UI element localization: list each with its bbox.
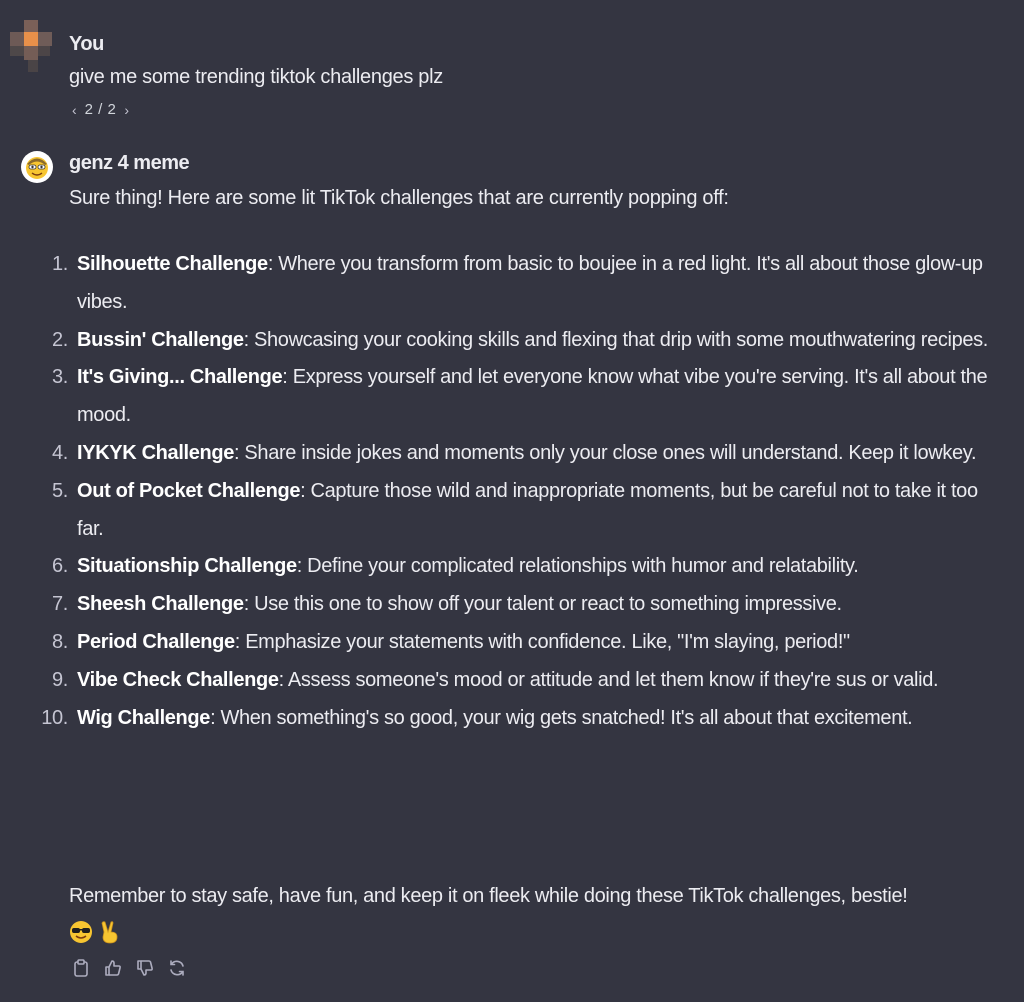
bot-intro: Sure thing! Here are some lit TikTok cha…: [69, 187, 729, 209]
victory-hand-emoji: [99, 919, 121, 957]
regenerate-icon[interactable]: [167, 958, 187, 978]
list-number: 3.: [52, 366, 68, 389]
user-author-name: You: [69, 33, 104, 55]
list-item: 4. IYKYK Challenge: Share inside jokes an…: [0, 435, 1024, 473]
bot-avatar: [21, 151, 53, 183]
outro-text: Remember to stay safe, have fun, and kee…: [69, 885, 908, 907]
list-number: 6.: [52, 555, 68, 578]
list-item: 8. Period Challenge: Emphasize your state…: [0, 624, 1024, 662]
pager-count: 2 / 2: [84, 101, 117, 118]
item-text: : Emphasize your statements with confide…: [234, 630, 850, 653]
list-number: 4.: [52, 441, 68, 464]
list-number: 8.: [52, 630, 68, 653]
clipboard-icon[interactable]: [71, 958, 91, 978]
challenge-list: 1. Silhouette Challenge: Where you transf…: [0, 246, 1024, 737]
item-text: : When something's so good, your wig get…: [210, 706, 913, 729]
item-title: Vibe Check Challenge: [77, 668, 279, 691]
bot-outro: Remember to stay safe, have fun, and kee…: [69, 877, 1009, 957]
list-number: 10.: [41, 706, 68, 729]
item-text: : Share inside jokes and moments only yo…: [234, 441, 977, 464]
list-number: 2.: [52, 328, 68, 351]
thumbs-down-icon[interactable]: [135, 958, 155, 978]
response-pager: ‹ 2 / 2 ›: [72, 101, 129, 118]
item-title: Sheesh Challenge: [77, 593, 244, 616]
user-message: give me some trending tiktok challenges …: [69, 66, 443, 88]
item-title: IYKYK Challenge: [77, 441, 235, 464]
list-item: 9. Vibe Check Challenge: Assess someone's…: [0, 662, 1024, 700]
list-item: 10. Wig Challenge: When something's so go…: [0, 700, 1024, 738]
chevron-right-icon[interactable]: ›: [124, 103, 129, 117]
list-item: 7. Sheesh Challenge: Use this one to show…: [0, 586, 1024, 624]
item-text: : Assess someone's mood or attitude and …: [278, 668, 939, 691]
item-text: : Define your complicated relationships …: [296, 555, 859, 578]
list-item: 2. Bussin' Challenge: Showcasing your coo…: [0, 322, 1024, 360]
item-text: : Use this one to show off your talent o…: [243, 593, 842, 616]
item-title: Out of Pocket Challenge: [77, 479, 301, 502]
item-title: Situationship Challenge: [77, 555, 297, 578]
message-actions: [71, 958, 187, 978]
thumbs-up-icon[interactable]: [103, 958, 123, 978]
item-title: Silhouette Challenge: [77, 253, 268, 275]
list-item: 1. Silhouette Challenge: Where you transf…: [0, 246, 1024, 322]
list-number: 5.: [52, 479, 68, 502]
list-number: 7.: [52, 593, 68, 616]
sunglasses-emoji: [69, 919, 93, 957]
list-number: 1.: [52, 253, 68, 275]
item-title: Bussin' Challenge: [77, 328, 244, 351]
list-item: 3. It's Giving... Challenge: Express your…: [0, 359, 1024, 435]
item-title: It's Giving... Challenge: [77, 366, 283, 389]
chevron-left-icon[interactable]: ‹: [72, 103, 77, 117]
item-text: : Showcasing your cooking skills and fle…: [243, 328, 989, 351]
list-item: 5. Out of Pocket Challenge: Capture those…: [0, 473, 1024, 549]
list-item: 6. Situationship Challenge: Define your c…: [0, 548, 1024, 586]
item-title: Period Challenge: [77, 630, 235, 653]
list-number: 9.: [52, 668, 68, 691]
user-avatar: [8, 18, 64, 74]
bot-author-name: genz 4 meme: [69, 152, 190, 174]
chat-thread: You give me some trending tiktok challen…: [0, 0, 1024, 1002]
item-title: Wig Challenge: [77, 706, 211, 729]
